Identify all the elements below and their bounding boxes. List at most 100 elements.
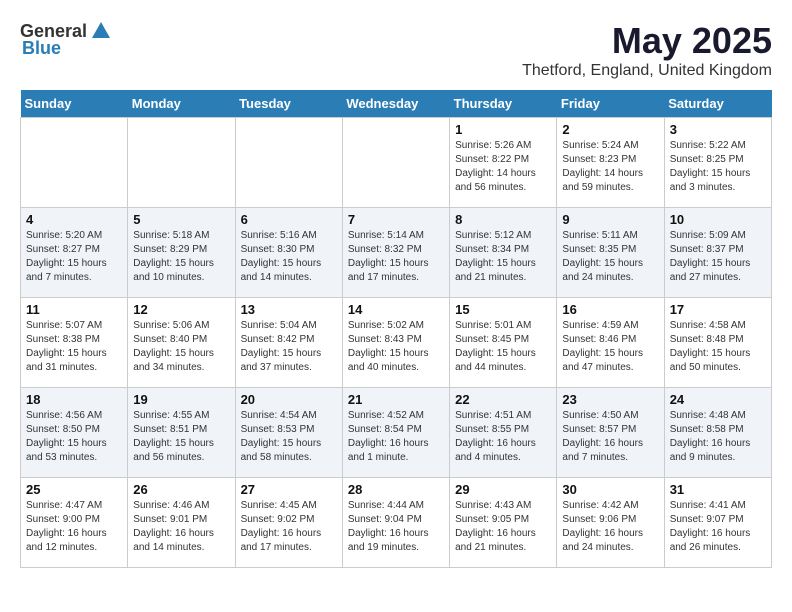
day-cell: 13Sunrise: 5:04 AM Sunset: 8:42 PM Dayli… (235, 298, 342, 388)
header-day-friday: Friday (557, 90, 664, 118)
day-cell: 20 Sunrise: 4:54 AM Sunset: 8:53 PM Dayli… (235, 388, 342, 478)
day-cell: 28 Sunrise: 4:44 AM Sunset: 9:04 PM Dayli… (342, 478, 449, 568)
day-number: 12 (133, 302, 229, 317)
header-row: SundayMondayTuesdayWednesdayThursdayFrid… (21, 90, 772, 118)
day-number: 16 (562, 302, 658, 317)
day-number: 9 (562, 212, 658, 227)
day-cell: 30 Sunrise: 4:42 AM Sunset: 9:06 PM Dayli… (557, 478, 664, 568)
calendar-table: SundayMondayTuesdayWednesdayThursdayFrid… (20, 90, 772, 568)
day-cell: 19Sunrise: 4:55 AM Sunset: 8:51 PM Dayli… (128, 388, 235, 478)
day-content: Sunrise: 5:16 AM Sunset: 8:30 PM Dayligh… (241, 229, 337, 285)
day-number: 2 (562, 122, 658, 137)
day-content: Sunrise: 4:51 AM Sunset: 8:55 PM Dayligh… (455, 409, 551, 465)
day-cell: 12 Sunrise: 5:06 AM Sunset: 8:40 PM Dayli… (128, 298, 235, 388)
week-row-2: 4 Sunrise: 5:20 AM Sunset: 8:27 PM Daylig… (21, 208, 772, 298)
day-content: Sunrise: 5:18 AM Sunset: 8:29 PM Dayligh… (133, 229, 229, 285)
day-number: 26 (133, 482, 229, 497)
day-content: Sunrise: 5:12 AM Sunset: 8:34 PM Dayligh… (455, 229, 551, 285)
week-row-4: 18 Sunrise: 4:56 AM Sunset: 8:50 PM Dayli… (21, 388, 772, 478)
day-content: Sunrise: 4:50 AM Sunset: 8:57 PM Dayligh… (562, 409, 658, 465)
day-cell: 17Sunrise: 4:58 AM Sunset: 8:48 PM Dayli… (664, 298, 771, 388)
day-content: Sunrise: 4:42 AM Sunset: 9:06 PM Dayligh… (562, 499, 658, 555)
day-cell: 16 Sunrise: 4:59 AM Sunset: 8:46 PM Dayli… (557, 298, 664, 388)
day-cell (235, 118, 342, 208)
day-content: Sunrise: 5:24 AM Sunset: 8:23 PM Dayligh… (562, 139, 658, 195)
day-cell: 25 Sunrise: 4:47 AM Sunset: 9:00 PM Dayli… (21, 478, 128, 568)
day-content: Sunrise: 5:11 AM Sunset: 8:35 PM Dayligh… (562, 229, 658, 285)
header-day-sunday: Sunday (21, 90, 128, 118)
day-number: 5 (133, 212, 229, 227)
header-day-saturday: Saturday (664, 90, 771, 118)
day-number: 3 (670, 122, 766, 137)
header-day-tuesday: Tuesday (235, 90, 342, 118)
day-content: Sunrise: 4:54 AM Sunset: 8:53 PM Dayligh… (241, 409, 337, 465)
day-cell: 7 Sunrise: 5:14 AM Sunset: 8:32 PM Daylig… (342, 208, 449, 298)
page-header: General Blue May 2025 Thetford, England,… (20, 20, 772, 80)
day-cell: 3 Sunrise: 5:22 AM Sunset: 8:25 PM Daylig… (664, 118, 771, 208)
day-content: Sunrise: 5:26 AM Sunset: 8:22 PM Dayligh… (455, 139, 551, 195)
day-cell: 29 Sunrise: 4:43 AM Sunset: 9:05 PM Dayli… (450, 478, 557, 568)
week-row-1: 1 Sunrise: 5:26 AM Sunset: 8:22 PM Daylig… (21, 118, 772, 208)
day-content: Sunrise: 4:55 AM Sunset: 8:51 PM Dayligh… (133, 409, 229, 465)
day-number: 13 (241, 302, 337, 317)
day-content: Sunrise: 4:47 AM Sunset: 9:00 PM Dayligh… (26, 499, 122, 555)
day-content: Sunrise: 5:06 AM Sunset: 8:40 PM Dayligh… (133, 319, 229, 375)
logo-blue-text: Blue (22, 38, 61, 59)
header-day-wednesday: Wednesday (342, 90, 449, 118)
day-cell: 15Sunrise: 5:01 AM Sunset: 8:45 PM Dayli… (450, 298, 557, 388)
day-content: Sunrise: 5:02 AM Sunset: 8:43 PM Dayligh… (348, 319, 444, 375)
day-content: Sunrise: 5:22 AM Sunset: 8:25 PM Dayligh… (670, 139, 766, 195)
day-content: Sunrise: 4:59 AM Sunset: 8:46 PM Dayligh… (562, 319, 658, 375)
day-number: 18 (26, 392, 122, 407)
day-number: 1 (455, 122, 551, 137)
day-cell: 9 Sunrise: 5:11 AM Sunset: 8:35 PM Daylig… (557, 208, 664, 298)
day-number: 6 (241, 212, 337, 227)
day-content: Sunrise: 4:44 AM Sunset: 9:04 PM Dayligh… (348, 499, 444, 555)
day-number: 31 (670, 482, 766, 497)
day-number: 4 (26, 212, 122, 227)
day-number: 10 (670, 212, 766, 227)
day-cell: 14Sunrise: 5:02 AM Sunset: 8:43 PM Dayli… (342, 298, 449, 388)
day-content: Sunrise: 5:07 AM Sunset: 8:38 PM Dayligh… (26, 319, 122, 375)
day-content: Sunrise: 5:14 AM Sunset: 8:32 PM Dayligh… (348, 229, 444, 285)
day-cell: 4 Sunrise: 5:20 AM Sunset: 8:27 PM Daylig… (21, 208, 128, 298)
day-cell: 27Sunrise: 4:45 AM Sunset: 9:02 PM Dayli… (235, 478, 342, 568)
title-block: May 2025 Thetford, England, United Kingd… (522, 20, 772, 80)
day-cell: 24 Sunrise: 4:48 AM Sunset: 8:58 PM Dayli… (664, 388, 771, 478)
day-number: 20 (241, 392, 337, 407)
day-content: Sunrise: 4:58 AM Sunset: 8:48 PM Dayligh… (670, 319, 766, 375)
day-cell: 5 Sunrise: 5:18 AM Sunset: 8:29 PM Daylig… (128, 208, 235, 298)
header-day-monday: Monday (128, 90, 235, 118)
day-cell: 8Sunrise: 5:12 AM Sunset: 8:34 PM Daylig… (450, 208, 557, 298)
day-number: 24 (670, 392, 766, 407)
day-cell (21, 118, 128, 208)
header-day-thursday: Thursday (450, 90, 557, 118)
day-cell (128, 118, 235, 208)
day-number: 15 (455, 302, 551, 317)
day-cell: 6 Sunrise: 5:16 AM Sunset: 8:30 PM Daylig… (235, 208, 342, 298)
day-cell: 31 Sunrise: 4:41 AM Sunset: 9:07 PM Dayli… (664, 478, 771, 568)
day-content: Sunrise: 5:20 AM Sunset: 8:27 PM Dayligh… (26, 229, 122, 285)
day-number: 28 (348, 482, 444, 497)
day-cell: 2 Sunrise: 5:24 AM Sunset: 8:23 PM Daylig… (557, 118, 664, 208)
day-content: Sunrise: 4:48 AM Sunset: 8:58 PM Dayligh… (670, 409, 766, 465)
logo-icon (90, 20, 112, 42)
location-text: Thetford, England, United Kingdom (522, 62, 772, 80)
day-cell: 11 Sunrise: 5:07 AM Sunset: 8:38 PM Dayli… (21, 298, 128, 388)
month-title: May 2025 (522, 20, 772, 62)
day-number: 30 (562, 482, 658, 497)
logo: General Blue (20, 20, 113, 59)
day-number: 29 (455, 482, 551, 497)
day-number: 7 (348, 212, 444, 227)
day-content: Sunrise: 4:56 AM Sunset: 8:50 PM Dayligh… (26, 409, 122, 465)
day-number: 11 (26, 302, 122, 317)
day-cell: 1 Sunrise: 5:26 AM Sunset: 8:22 PM Daylig… (450, 118, 557, 208)
day-content: Sunrise: 4:43 AM Sunset: 9:05 PM Dayligh… (455, 499, 551, 555)
day-content: Sunrise: 4:46 AM Sunset: 9:01 PM Dayligh… (133, 499, 229, 555)
day-cell: 21Sunrise: 4:52 AM Sunset: 8:54 PM Dayli… (342, 388, 449, 478)
day-number: 25 (26, 482, 122, 497)
day-cell: 10Sunrise: 5:09 AM Sunset: 8:37 PM Dayli… (664, 208, 771, 298)
day-content: Sunrise: 4:41 AM Sunset: 9:07 PM Dayligh… (670, 499, 766, 555)
week-row-3: 11 Sunrise: 5:07 AM Sunset: 8:38 PM Dayli… (21, 298, 772, 388)
day-cell: 23Sunrise: 4:50 AM Sunset: 8:57 PM Dayli… (557, 388, 664, 478)
